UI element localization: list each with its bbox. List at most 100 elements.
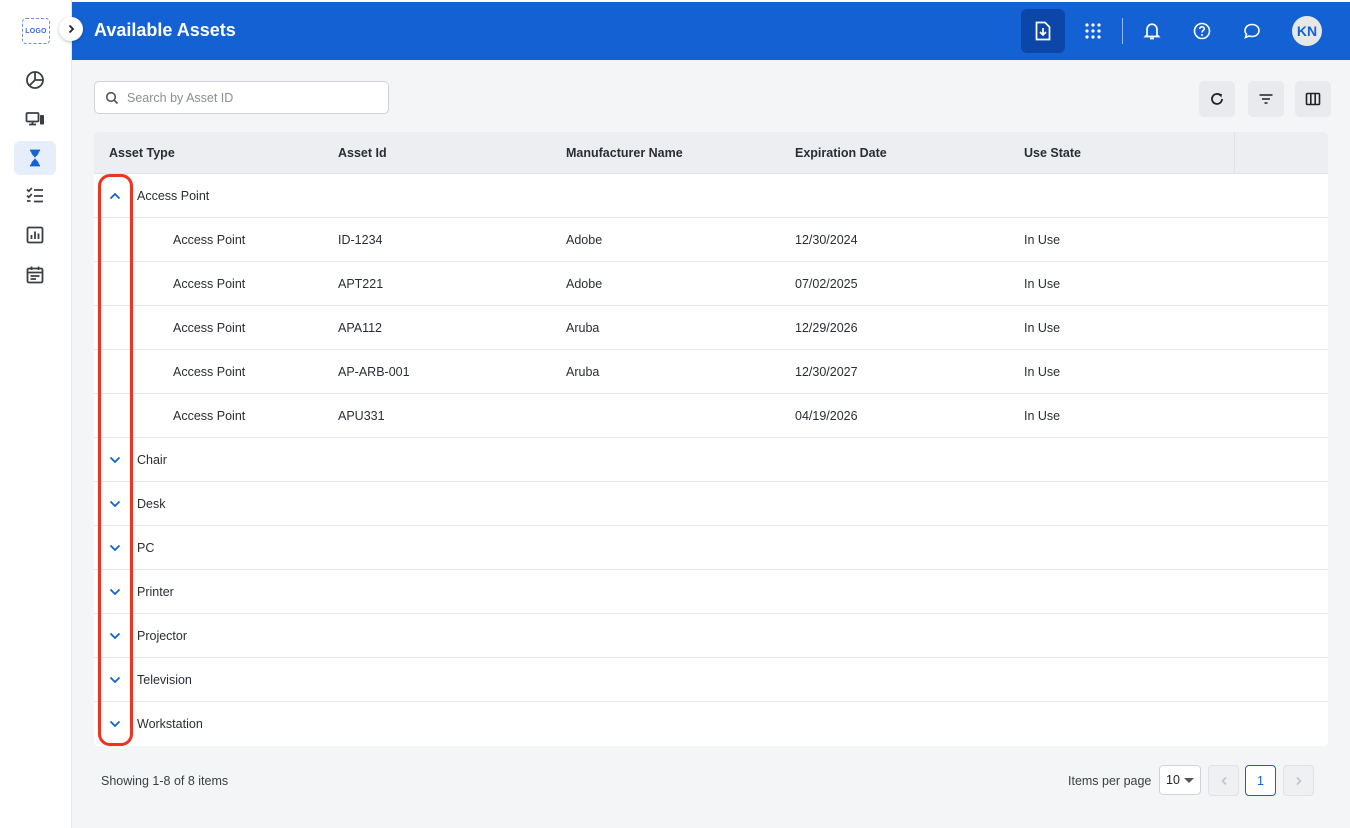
nav-reports[interactable] [14,218,56,252]
cell-expiration-date: 07/02/2025 [795,277,858,291]
help-icon [1193,22,1211,40]
refresh-button[interactable] [1199,81,1235,117]
user-avatar[interactable]: KN [1292,16,1322,46]
col-asset-id[interactable]: Asset Id [338,146,387,160]
table-row[interactable]: Access Point AP-ARB-001 Aruba 12/30/2027… [94,350,1328,394]
main-content: Asset Type Asset Id Manufacturer Name Ex… [72,60,1350,828]
group-row-desk[interactable]: Desk [94,482,1328,526]
group-row-television[interactable]: Television [94,658,1328,702]
col-asset-type[interactable]: Asset Type [109,146,175,160]
collapse-toggle[interactable] [106,187,124,205]
search-input[interactable] [127,90,367,105]
hourglass-icon [30,149,40,167]
table-row[interactable]: Access Point APA112 Aruba 12/29/2026 In … [94,306,1328,350]
apps-grid-icon [1085,23,1101,39]
table-row[interactable]: Access Point APU331 04/19/2026 In Use [94,394,1328,438]
expand-toggle[interactable] [106,627,124,645]
chevron-right-icon [1295,776,1302,785]
prev-page-button[interactable] [1208,765,1239,796]
cell-manufacturer: Adobe [566,233,603,247]
cell-manufacturer: Aruba [566,321,600,335]
bell-icon [1143,23,1161,40]
nav-devices[interactable] [14,102,56,136]
table-row[interactable]: Access Point APT221 Adobe 07/02/2025 In … [94,262,1328,306]
group-label: Television [137,673,192,687]
nav-calendar[interactable] [14,258,56,292]
table-header: Asset Type Asset Id Manufacturer Name Ex… [94,132,1328,174]
nav-dashboard[interactable] [14,63,56,97]
help-button[interactable] [1180,9,1224,53]
group-row-chair[interactable]: Chair [94,438,1328,482]
chat-button[interactable] [1230,9,1274,53]
cell-use-state: In Use [1024,321,1061,335]
report-chart-icon [26,226,44,244]
columns-icon [1305,92,1321,106]
col-manufacturer[interactable]: Manufacturer Name [566,146,683,160]
cell-expiration-date: 12/29/2026 [795,321,858,335]
group-label: Access Point [137,189,210,203]
expand-toggle[interactable] [106,671,124,689]
header-divider [1122,18,1123,44]
page-title: Available Assets [94,20,236,40]
items-per-page-value: 10 [1166,773,1180,787]
group-row-printer[interactable]: Printer [94,570,1328,614]
nav-tasks[interactable] [14,178,56,212]
expand-toggle[interactable] [106,539,124,557]
group-row-access-point[interactable]: Access Point [94,174,1328,218]
cell-asset-id: APT221 [338,277,384,291]
group-row-projector[interactable]: Projector [94,614,1328,658]
columns-button[interactable] [1295,81,1331,117]
nav-assets[interactable] [14,141,56,175]
cell-asset-type: Access Point [173,233,246,247]
next-page-button[interactable] [1283,765,1314,796]
cell-use-state: In Use [1024,409,1061,423]
expand-toggle[interactable] [106,495,124,513]
rail-expand-button[interactable] [59,17,83,41]
expand-toggle[interactable] [106,715,124,733]
group-row-workstation[interactable]: Workstation [94,702,1328,746]
cell-asset-id: AP-ARB-001 [338,365,410,379]
filter-icon [1259,94,1273,104]
chevron-down-icon [109,720,121,728]
chevron-down-icon [109,544,121,552]
group-label: Projector [137,629,188,643]
header-spacer [1234,132,1328,174]
expand-toggle[interactable] [106,451,124,469]
col-use-state[interactable]: Use State [1024,146,1081,160]
cell-expiration-date: 12/30/2027 [795,365,858,379]
col-expiration-date[interactable]: Expiration Date [795,146,887,160]
expand-toggle[interactable] [106,583,124,601]
group-label: PC [137,541,155,555]
cell-manufacturer: Aruba [566,365,600,379]
group-row-pc[interactable]: PC [94,526,1328,570]
cell-use-state: In Use [1024,233,1061,247]
caret-down-icon [1184,778,1194,783]
group-label: Chair [137,453,167,467]
apps-button[interactable] [1071,9,1115,53]
items-per-page-select[interactable]: 10 [1159,765,1201,795]
download-button[interactable] [1021,9,1065,53]
group-label: Workstation [137,717,203,731]
chevron-down-icon [109,456,121,464]
notifications-button[interactable] [1130,9,1174,53]
cell-expiration-date: 04/19/2026 [795,409,858,423]
group-label: Printer [137,585,174,599]
cell-manufacturer: Adobe [566,277,603,291]
chat-icon [1244,23,1260,39]
assets-table: Asset Type Asset Id Manufacturer Name Ex… [94,132,1328,746]
cell-asset-type: Access Point [173,365,246,379]
search-box[interactable] [94,81,389,114]
table-row[interactable]: Access Point ID-1234 Adobe 12/30/2024 In… [94,218,1328,262]
items-per-page-label: Items per page [1068,774,1152,788]
chevron-right-icon [68,24,75,34]
chevron-up-icon [109,192,121,200]
cell-use-state: In Use [1024,365,1061,379]
cell-asset-id: ID-1234 [338,233,383,247]
refresh-icon [1211,93,1223,105]
app-logo[interactable]: LOGO [22,18,50,44]
cell-asset-id: APU331 [338,409,385,423]
cell-asset-type: Access Point [173,277,246,291]
filter-button[interactable] [1248,81,1284,117]
cell-use-state: In Use [1024,277,1061,291]
page-1-button[interactable]: 1 [1245,765,1276,796]
